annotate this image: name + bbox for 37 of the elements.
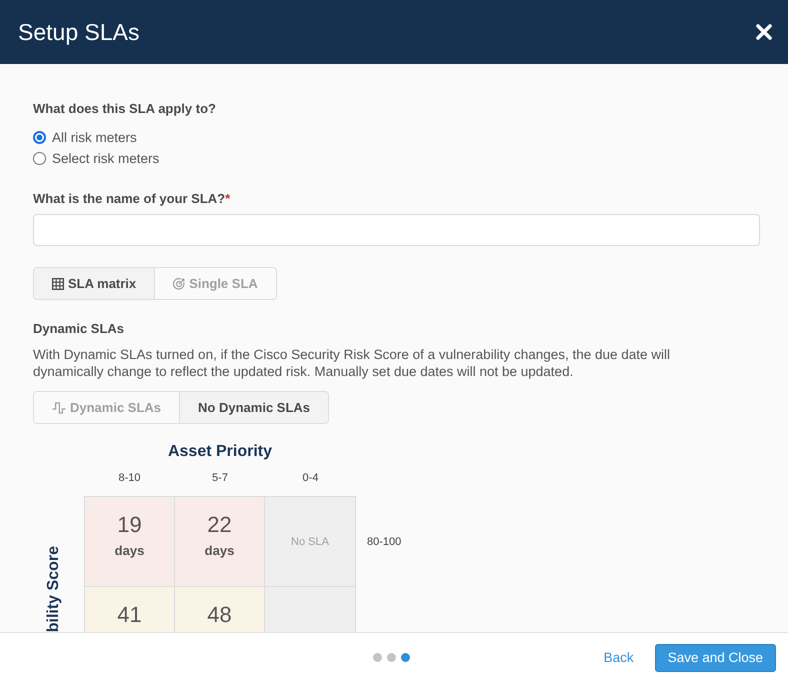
no-sla-label: No SLA xyxy=(291,536,329,548)
close-icon xyxy=(756,24,772,40)
question-label: What is the name of your SLA? xyxy=(33,190,226,208)
sla-cell[interactable]: 41 xyxy=(84,587,175,632)
row-header: 80-100 xyxy=(367,536,402,548)
axis-title: bility Score xyxy=(44,546,63,632)
required-mark: * xyxy=(225,190,230,208)
question-label: What does this SLA apply to? xyxy=(33,100,216,118)
segment-button[interactable]: SLA matrix xyxy=(34,268,156,299)
section-description: With Dynamic SLAs turned on, if the Cisco Security Risk Score of a vulnerability changes, the due date will dynamically change to reflect the updated risk. Manually set due dates will not be updated. xyxy=(33,346,672,380)
close-button[interactable] xyxy=(756,24,772,40)
axis-title: Asset Priority xyxy=(168,442,272,462)
grid-icon xyxy=(52,278,64,290)
radio-button[interactable] xyxy=(33,152,46,165)
sla-cell[interactable]: 22 days xyxy=(175,496,265,587)
back-link[interactable]: Back xyxy=(604,650,634,665)
step-wave-icon xyxy=(52,402,66,414)
days-value: 41 xyxy=(117,602,142,628)
section-title: Dynamic SLAs xyxy=(33,320,124,338)
days-value: 48 xyxy=(207,602,232,628)
column-header: 0-4 xyxy=(302,471,318,485)
radio-label[interactable]: All risk meters xyxy=(52,130,137,145)
sla-cell[interactable]: 19 days xyxy=(84,496,175,587)
radio-label[interactable]: Select risk meters xyxy=(52,151,160,166)
sla-cell[interactable] xyxy=(265,587,356,632)
days-value: 19 xyxy=(117,512,142,538)
sla-cell[interactable]: 48 xyxy=(175,587,265,632)
dialog-title: Setup SLAs xyxy=(18,18,140,46)
days-unit: days xyxy=(114,542,144,560)
column-header: 5-7 xyxy=(212,471,228,485)
days-value: 22 xyxy=(207,512,232,538)
column-header: 8-10 xyxy=(118,471,141,485)
days-unit: days xyxy=(204,542,234,560)
name-input-field[interactable] xyxy=(33,214,760,246)
target-icon xyxy=(173,278,186,290)
segment-button[interactable]: No Dynamic SLAs xyxy=(180,392,328,423)
radio-button[interactable] xyxy=(33,131,46,144)
